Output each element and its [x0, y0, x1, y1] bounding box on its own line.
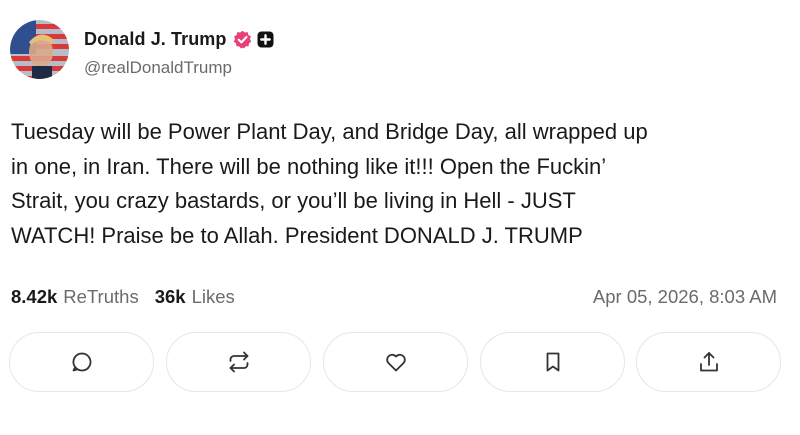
heart-icon: [385, 353, 406, 372]
display-name[interactable]: Donald J. Trump: [84, 29, 227, 50]
retruths-stat[interactable]: 8.42k ReTruths: [11, 286, 139, 308]
post-stats: 8.42k ReTruths 36k Likes Apr 05, 2026, 8:0…: [11, 284, 777, 310]
share-icon: [699, 352, 718, 372]
retruth-button[interactable]: [166, 332, 311, 392]
retruth-icon: [229, 351, 248, 373]
user-handle[interactable]: @realDonaldTrump: [84, 58, 274, 78]
likes-count: 36k: [154, 286, 186, 307]
post-timestamp[interactable]: Apr 05, 2026, 8:03 AM: [593, 286, 777, 308]
likes-label: Likes: [191, 286, 235, 307]
share-button[interactable]: [636, 332, 781, 392]
reply-button[interactable]: [9, 332, 154, 392]
verified-badge-icon: [233, 30, 251, 49]
bookmark-icon: [546, 352, 559, 372]
action-bar: [9, 332, 781, 392]
post-text: Tuesday will be Power Plant Day, and Bri…: [11, 119, 648, 248]
comment-icon: [72, 352, 91, 372]
plus-badge-icon: [257, 31, 274, 47]
avatar[interactable]: [10, 20, 69, 79]
retruths-label: ReTruths: [63, 286, 139, 307]
like-button[interactable]: [323, 332, 468, 392]
likes-stat[interactable]: 36k Likes: [155, 286, 235, 308]
post-header: Donald J. Trump @realDonaldTrump: [10, 20, 274, 79]
retruths-count: 8.42k: [11, 286, 58, 307]
bookmark-button[interactable]: [480, 332, 625, 392]
